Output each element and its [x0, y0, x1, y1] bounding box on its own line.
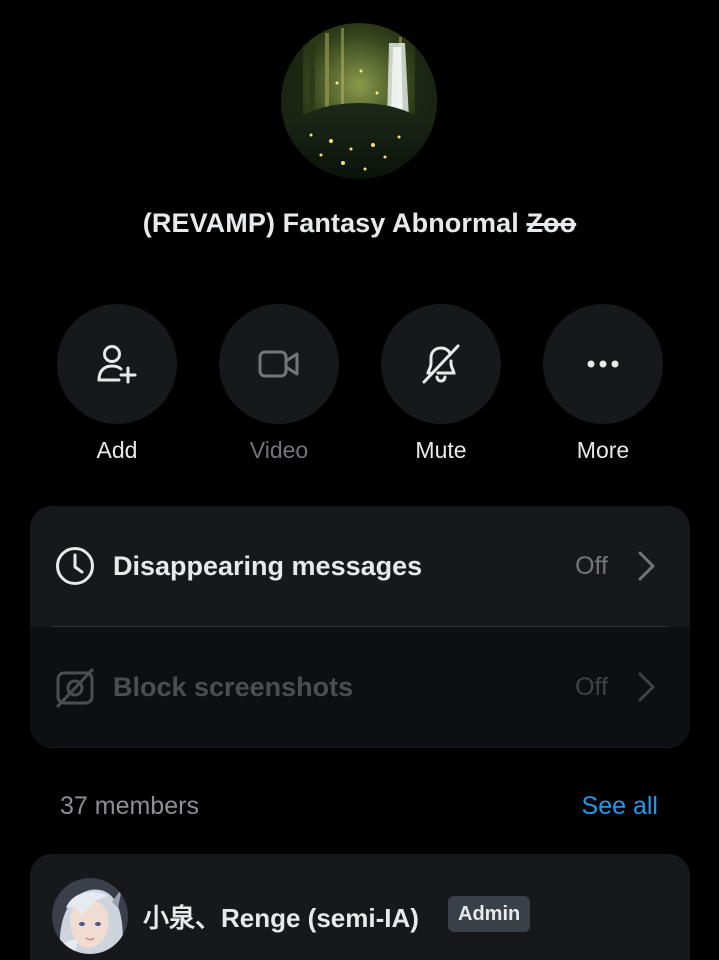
clock-icon [56, 547, 94, 585]
block-screenshots-value: Off [575, 672, 608, 701]
disappearing-messages-row[interactable]: Disappearing messages Off [30, 506, 690, 626]
mute-button[interactable]: Mute [381, 304, 501, 464]
add-person-icon [97, 345, 137, 384]
video-circle[interactable] [219, 304, 339, 424]
group-title-strikethrough: Zoo [526, 208, 577, 238]
screenshot-block-icon [56, 668, 94, 708]
member-name: 小泉、Renge (semi-IA) [143, 903, 419, 933]
group-avatar[interactable] [281, 23, 437, 179]
forest-waterfall-image [281, 23, 437, 179]
group-info-screen: (REVAMP) Fantasy Abnormal Zoo Add Video [0, 0, 719, 960]
video-camera-icon [258, 350, 299, 378]
block-screenshots-row[interactable]: Block screenshots Off [30, 627, 690, 747]
settings-card: Disappearing messages Off Block screensh… [30, 506, 690, 748]
members-count: 37 members [60, 792, 199, 820]
anime-avatar-image [52, 878, 128, 954]
add-circle[interactable] [57, 304, 177, 424]
add-label: Add [96, 437, 138, 463]
video-label: Video [249, 437, 309, 463]
group-title-text: (REVAMP) Fantasy Abnormal [142, 208, 527, 238]
more-circle[interactable] [543, 304, 663, 424]
block-screenshots-label: Block screenshots [113, 671, 354, 702]
avatar[interactable] [52, 878, 128, 954]
disappearing-messages-value: Off [575, 551, 608, 580]
chevron-right-icon [638, 551, 655, 581]
mute-label: Mute [415, 437, 467, 463]
disappearing-messages-label: Disappearing messages [113, 550, 423, 581]
add-button[interactable]: Add [57, 304, 177, 464]
more-button[interactable]: More [543, 304, 663, 464]
bell-off-icon [422, 344, 460, 384]
video-button[interactable]: Video [219, 304, 339, 464]
chevron-right-icon [638, 672, 655, 702]
admin-badge: Admin [448, 896, 531, 932]
group-title: (REVAMP) Fantasy Abnormal Zoo [0, 208, 719, 239]
mute-circle[interactable] [381, 304, 501, 424]
see-all-link[interactable]: See all [582, 792, 658, 821]
member-list: 小泉、Renge (semi-IA) Admin [30, 854, 690, 960]
more-label: More [576, 437, 630, 463]
more-dots-icon [587, 360, 619, 368]
